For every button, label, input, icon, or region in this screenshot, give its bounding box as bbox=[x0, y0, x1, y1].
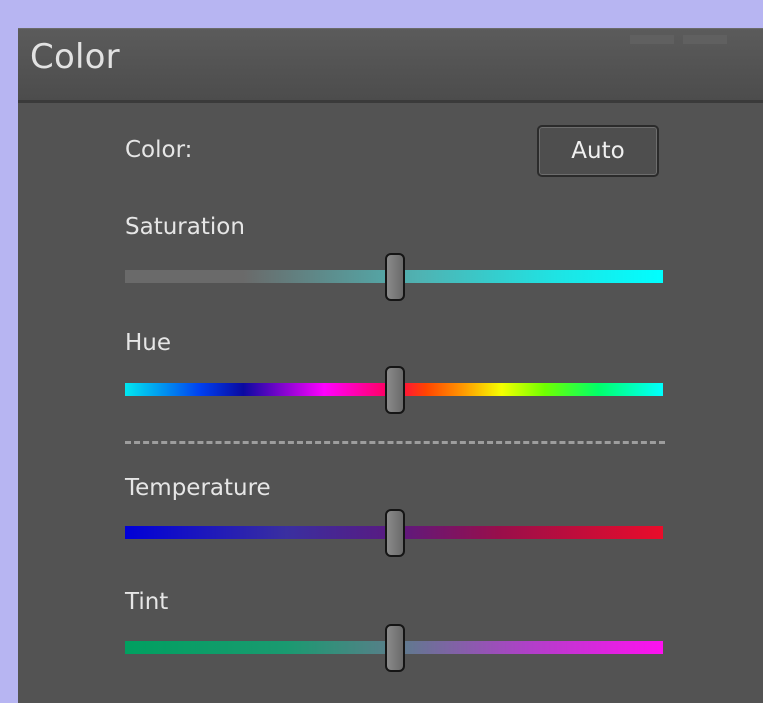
saturation-slider-thumb[interactable] bbox=[385, 252, 405, 301]
color-panel: Color Color: Auto Saturation Hue Tempera… bbox=[18, 28, 763, 703]
color-label: Color: bbox=[125, 137, 193, 163]
temperature-slider-thumb[interactable] bbox=[385, 508, 405, 557]
section-divider bbox=[125, 441, 665, 444]
hue-slider-thumb[interactable] bbox=[385, 365, 405, 414]
header-grip-left bbox=[630, 35, 674, 44]
temperature-label: Temperature bbox=[125, 475, 271, 501]
header-divider bbox=[18, 100, 763, 103]
header-grip-right bbox=[683, 35, 727, 44]
hue-label: Hue bbox=[125, 330, 172, 356]
panel-header: Color bbox=[18, 28, 763, 101]
auto-button[interactable]: Auto bbox=[537, 125, 659, 177]
saturation-label: Saturation bbox=[125, 214, 245, 240]
tint-label: Tint bbox=[125, 589, 169, 615]
tint-slider-thumb[interactable] bbox=[385, 623, 405, 672]
panel-title: Color bbox=[30, 37, 120, 77]
